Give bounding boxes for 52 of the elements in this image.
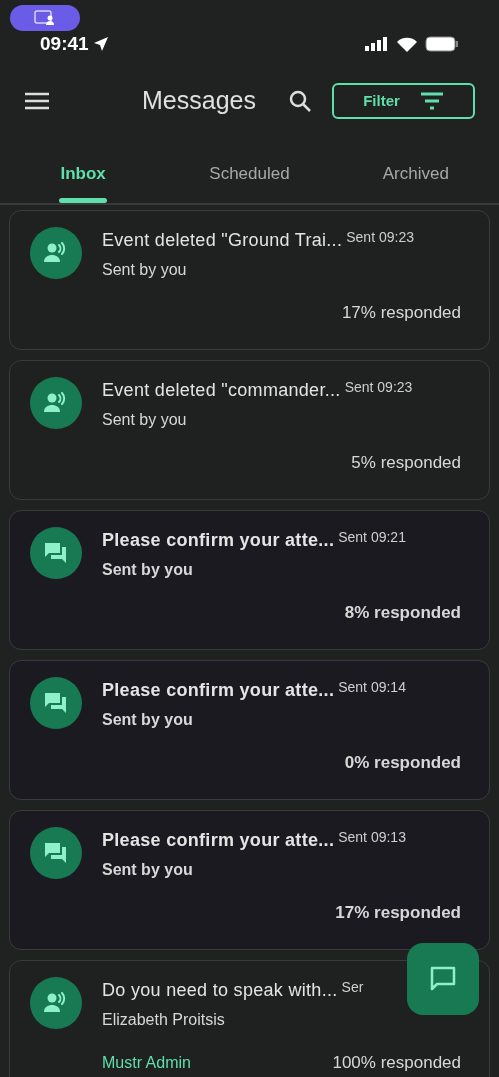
message-title: Please confirm your atte... <box>102 679 335 702</box>
response-rate: 17% responded <box>335 902 461 924</box>
message-card[interactable]: Please confirm your atte... Sent 09:14 Sent by you 0% responded <box>9 660 490 800</box>
message-card[interactable]: Do you need to speak with... Ser Elizabeth Proitsis Mustr Admin 100% responded <box>9 960 490 1077</box>
sent-time: Sent 09:13 <box>338 828 406 847</box>
wifi-icon <box>397 36 417 52</box>
sent-time: Sent 09:21 <box>338 528 406 547</box>
sent-time: Sent 09:23 <box>346 228 414 247</box>
sender-name: Elizabeth Proitsis <box>102 1010 226 1030</box>
chat-bubbles-icon <box>44 842 68 864</box>
screen-share-icon <box>34 10 56 26</box>
message-title: Event deleted "commander... <box>102 379 341 402</box>
filter-icon <box>419 92 444 110</box>
sender-name: Sent by you <box>102 260 188 280</box>
battery-icon <box>425 36 459 52</box>
page-title: Messages <box>142 85 256 117</box>
sent-time: Ser <box>341 978 364 997</box>
chat-bubbles-icon <box>44 542 68 564</box>
message-title: Event deleted "Ground Trai... <box>102 229 343 252</box>
search-icon <box>288 89 312 113</box>
message-card[interactable]: Please confirm your atte... Sent 09:13 Sent by you 17% responded <box>9 810 490 950</box>
sent-time: Sent 09:14 <box>338 678 406 697</box>
sender-name: Sent by you <box>102 860 194 880</box>
response-rate: 0% responded <box>344 752 461 774</box>
message-card[interactable]: Event deleted "commander... Sent 09:23 Sent by you 5% responded <box>9 360 490 500</box>
response-rate: 100% responded <box>332 1052 461 1074</box>
sender-name: Sent by you <box>102 410 188 430</box>
author-name: Mustr Admin <box>102 1052 191 1073</box>
message-title: Please confirm your atte... <box>102 529 335 552</box>
clock-time: 09:41 <box>40 31 89 56</box>
tab[interactable]: Archived <box>332 138 499 203</box>
location-arrow-icon <box>92 36 109 52</box>
menu-button[interactable] <box>24 92 50 110</box>
message-title: Do you need to speak with... <box>102 979 338 1002</box>
compose-button[interactable] <box>407 943 479 1015</box>
response-rate: 8% responded <box>344 602 461 624</box>
message-card[interactable]: Please confirm your atte... Sent 09:21 Sent by you 8% responded <box>9 510 490 650</box>
tab[interactable]: Scheduled <box>166 138 333 203</box>
sender-name: Sent by you <box>102 710 194 730</box>
message-card[interactable]: Event deleted "Ground Trai... Sent 09:23 Sent by you 17% responded <box>9 210 490 350</box>
signal-icon <box>365 37 389 51</box>
menu-icon <box>24 92 50 110</box>
response-rate: 17% responded <box>341 302 461 324</box>
search-button[interactable] <box>288 89 312 113</box>
tab[interactable]: Inbox <box>0 138 167 203</box>
message-icon <box>429 965 457 993</box>
sender-name: Sent by you <box>102 560 194 580</box>
message-title: Please confirm your atte... <box>102 829 335 852</box>
sent-time: Sent 09:23 <box>344 378 413 397</box>
filter-button[interactable]: Filter <box>332 83 475 119</box>
response-rate: 5% responded <box>351 452 461 474</box>
chat-bubbles-icon <box>44 692 68 714</box>
